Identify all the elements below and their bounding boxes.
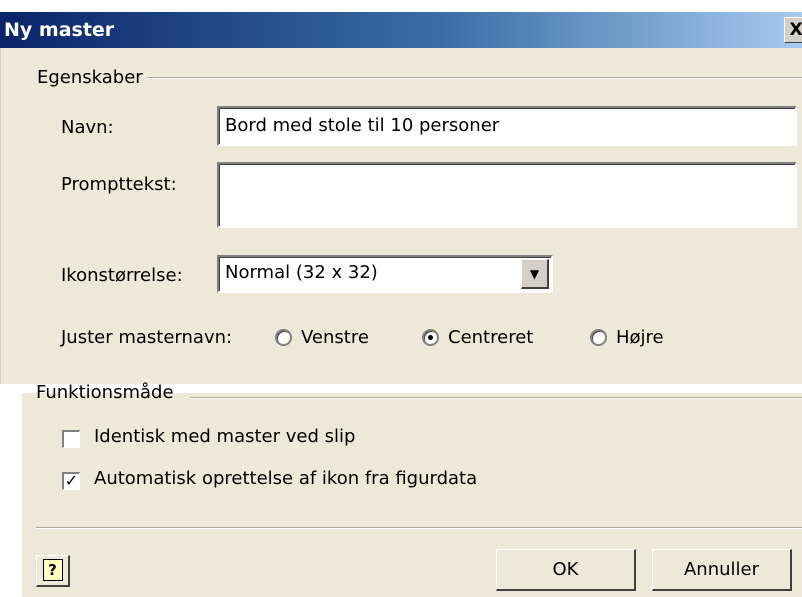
name-field[interactable]: Bord med stole til 10 personer — [217, 106, 797, 146]
match-master-checkbox[interactable] — [62, 430, 80, 448]
checkmark-icon: ✓ — [64, 471, 79, 490]
properties-panel: Egenskaber Navn: Bord med stole til 10 p… — [0, 48, 802, 384]
name-label: Navn: — [61, 117, 114, 138]
properties-group-label: Egenskaber — [37, 67, 143, 88]
icon-size-label: Ikonstørrelse: — [61, 265, 183, 286]
radio-centreret[interactable] — [422, 329, 439, 346]
icon-size-value: Normal (32 x 32) — [225, 262, 378, 283]
radio-centreret-label[interactable]: Centreret — [448, 327, 533, 348]
title-bar: Ny master X — [0, 12, 802, 48]
prompt-field[interactable] — [217, 162, 797, 228]
match-master-label[interactable]: Identisk med master ved slip — [94, 426, 355, 447]
align-label: Juster masternavn: — [61, 327, 233, 348]
auto-icon-checkbox[interactable]: ✓ — [62, 472, 80, 490]
help-button[interactable]: ? — [36, 555, 70, 587]
close-button[interactable]: X — [784, 17, 802, 43]
prompt-label: Prompttekst: — [61, 174, 177, 195]
footer-separator — [36, 527, 802, 529]
ok-button[interactable]: OK — [496, 549, 636, 591]
window-title: Ny master — [4, 19, 115, 41]
radio-selected-dot — [428, 335, 433, 340]
cancel-button[interactable]: Annuller — [652, 549, 792, 591]
behavior-group-line — [190, 397, 802, 399]
radio-venstre-label[interactable]: Venstre — [301, 327, 369, 348]
behavior-panel: Funktionsmåde Identisk med master ved sl… — [22, 382, 802, 597]
properties-group-line — [147, 77, 802, 79]
chevron-down-icon[interactable]: ▼ — [521, 259, 549, 289]
auto-icon-label[interactable]: Automatisk oprettelse af ikon fra figurd… — [94, 468, 477, 489]
radio-hojre-label[interactable]: Højre — [616, 327, 664, 348]
icon-size-select[interactable]: Normal (32 x 32) ▼ — [217, 255, 553, 293]
radio-venstre[interactable] — [275, 329, 292, 346]
radio-hojre[interactable] — [590, 329, 607, 346]
help-icon: ? — [42, 559, 63, 581]
behavior-group-label: Funktionsmåde — [36, 382, 174, 403]
